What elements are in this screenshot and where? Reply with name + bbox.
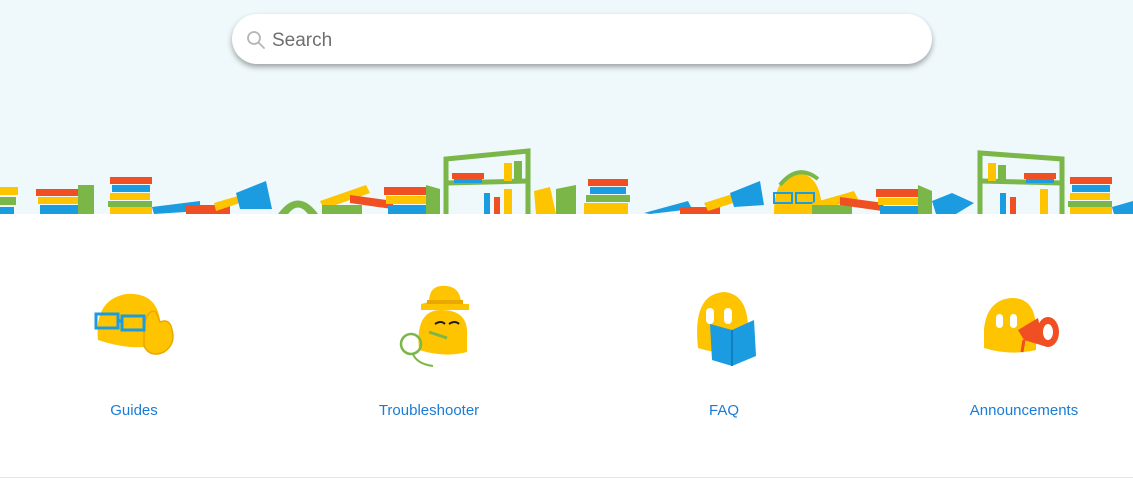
ghost-glasses-icon bbox=[94, 293, 174, 355]
category-grid: Guides Troubleshooter FAQ Announcements bbox=[0, 214, 1133, 478]
section-divider bbox=[0, 477, 1133, 478]
category-label-guides: Guides bbox=[110, 402, 158, 419]
category-label-faq: FAQ bbox=[708, 402, 739, 419]
ghost-detective-icon bbox=[399, 285, 469, 367]
search-icon bbox=[247, 31, 265, 49]
bookshelf-illustration bbox=[0, 148, 1133, 214]
category-troubleshooter[interactable]: Troubleshooter bbox=[329, 214, 529, 478]
category-announcements[interactable]: Announcements bbox=[924, 214, 1124, 478]
category-label-troubleshooter: Troubleshooter bbox=[378, 402, 480, 419]
ghost-megaphone-icon bbox=[984, 298, 1059, 353]
ghost-book-icon bbox=[697, 292, 756, 366]
category-guides[interactable]: Guides bbox=[34, 214, 234, 478]
search-input[interactable] bbox=[272, 27, 912, 55]
category-label-announcements: Announcements bbox=[969, 402, 1079, 419]
hero-banner bbox=[0, 0, 1133, 214]
category-faq[interactable]: FAQ bbox=[624, 214, 824, 478]
